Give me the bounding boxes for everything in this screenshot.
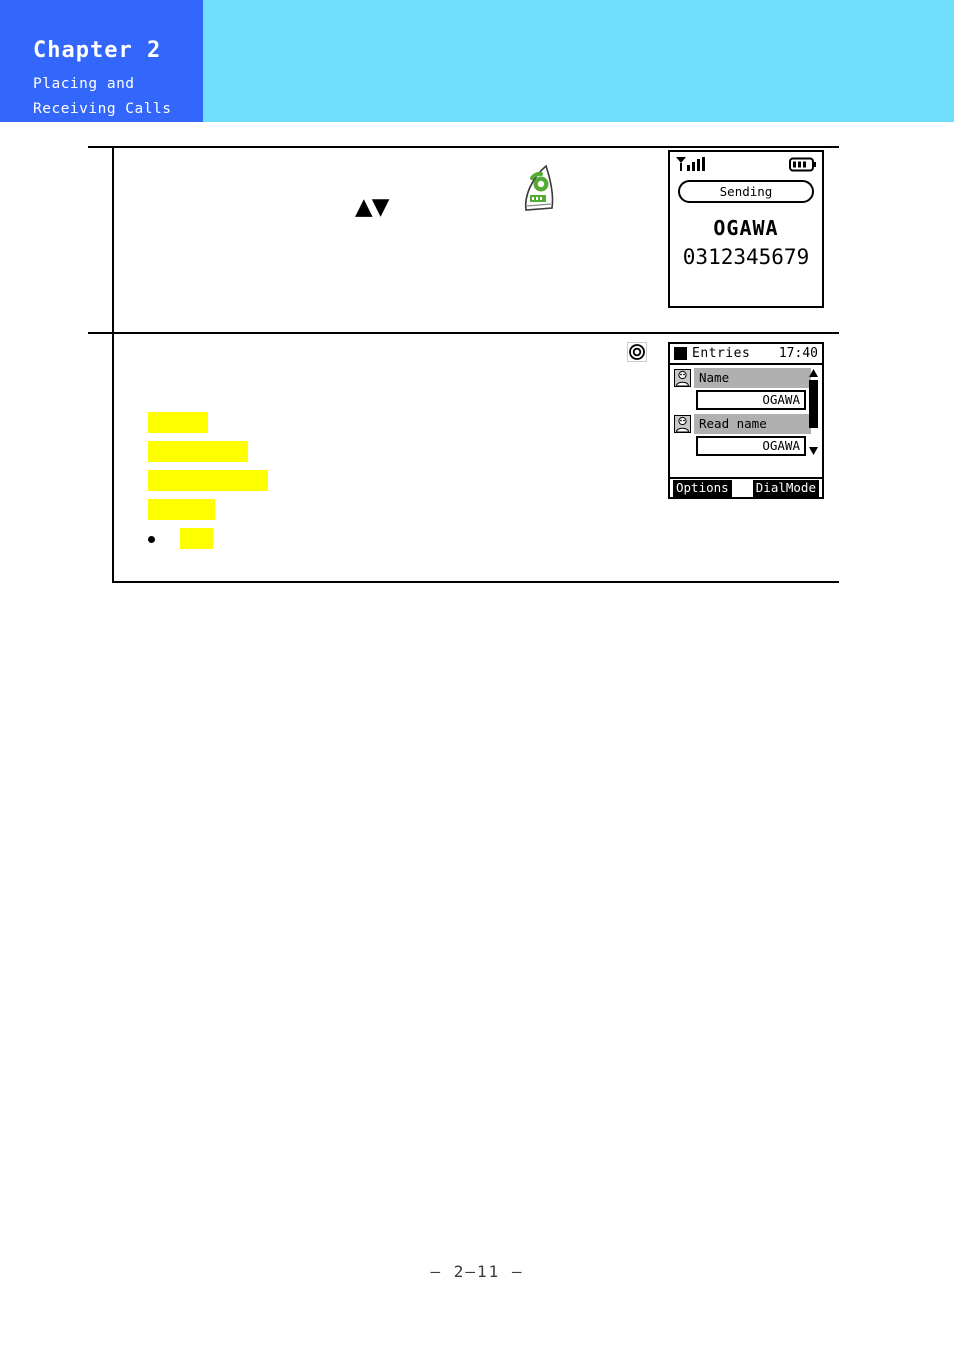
up-down-arrows-icon: ▲▼ (355, 194, 389, 220)
entry-label-text: Read name (694, 414, 811, 434)
table-step-column-divider (112, 146, 114, 583)
entries-title-bar: Entries 17:40 (670, 344, 822, 365)
status-bar (670, 152, 822, 178)
page-header-band: Chapter 2 Placing and Receiving Calls (0, 0, 954, 122)
table-bottom-border (112, 581, 839, 583)
list-item (148, 470, 568, 499)
chapter-subtitle-line-1: Placing and (33, 76, 135, 92)
page-number: – 2–11 – (430, 1262, 524, 1281)
person-icon (674, 415, 691, 433)
redaction-block (148, 499, 215, 520)
entry-label-text: Name (694, 368, 811, 388)
signal-bars-icon (675, 156, 709, 174)
softkey-options[interactable]: Options (673, 480, 732, 497)
clock-time: 17:40 (778, 346, 818, 361)
callee-name: OGAWA (713, 216, 779, 240)
chapter-subtitle-line-2: Receiving Calls (33, 101, 172, 117)
chapter-title: Chapter 2 (33, 38, 162, 63)
scrollbar-thumb[interactable] (809, 380, 818, 428)
entries-title: Entries (692, 346, 751, 361)
list-item (148, 412, 568, 441)
redaction-block (148, 470, 268, 491)
filled-square-icon (674, 347, 687, 360)
entry-row-read-name-label: Read name (674, 414, 811, 434)
phone-screen-entries: Entries 17:40 Name OGAWA Read name OGAWA… (668, 342, 824, 499)
scrollbar[interactable] (808, 368, 819, 456)
table-row-divider (88, 332, 839, 334)
call-status-pill: Sending (678, 180, 814, 203)
person-icon (674, 369, 691, 387)
bullet-list (148, 412, 568, 557)
redaction-block (180, 528, 213, 549)
battery-full-icon (789, 157, 817, 172)
entry-value-read-name[interactable]: OGAWA (696, 436, 806, 456)
send-key-icon (516, 164, 560, 212)
entry-row-name-label: Name (674, 368, 811, 388)
scroll-down-arrow-icon (809, 447, 818, 455)
list-item (148, 441, 568, 470)
target-icon (627, 342, 647, 362)
list-item (148, 528, 568, 557)
bullet-dot-icon (148, 536, 155, 543)
entry-value-name[interactable]: OGAWA (696, 390, 806, 410)
table-top-border (88, 146, 839, 148)
callee-number: 0312345679 (682, 245, 810, 269)
list-item (148, 499, 568, 528)
phone-screen-sending: Sending OGAWA 0312345679 (668, 150, 824, 308)
redaction-block (148, 412, 208, 433)
redaction-block (148, 441, 248, 462)
softkey-dialmode[interactable]: DialMode (752, 480, 819, 497)
softkey-bar: Options DialMode (670, 477, 822, 497)
scroll-up-arrow-icon (809, 369, 818, 377)
